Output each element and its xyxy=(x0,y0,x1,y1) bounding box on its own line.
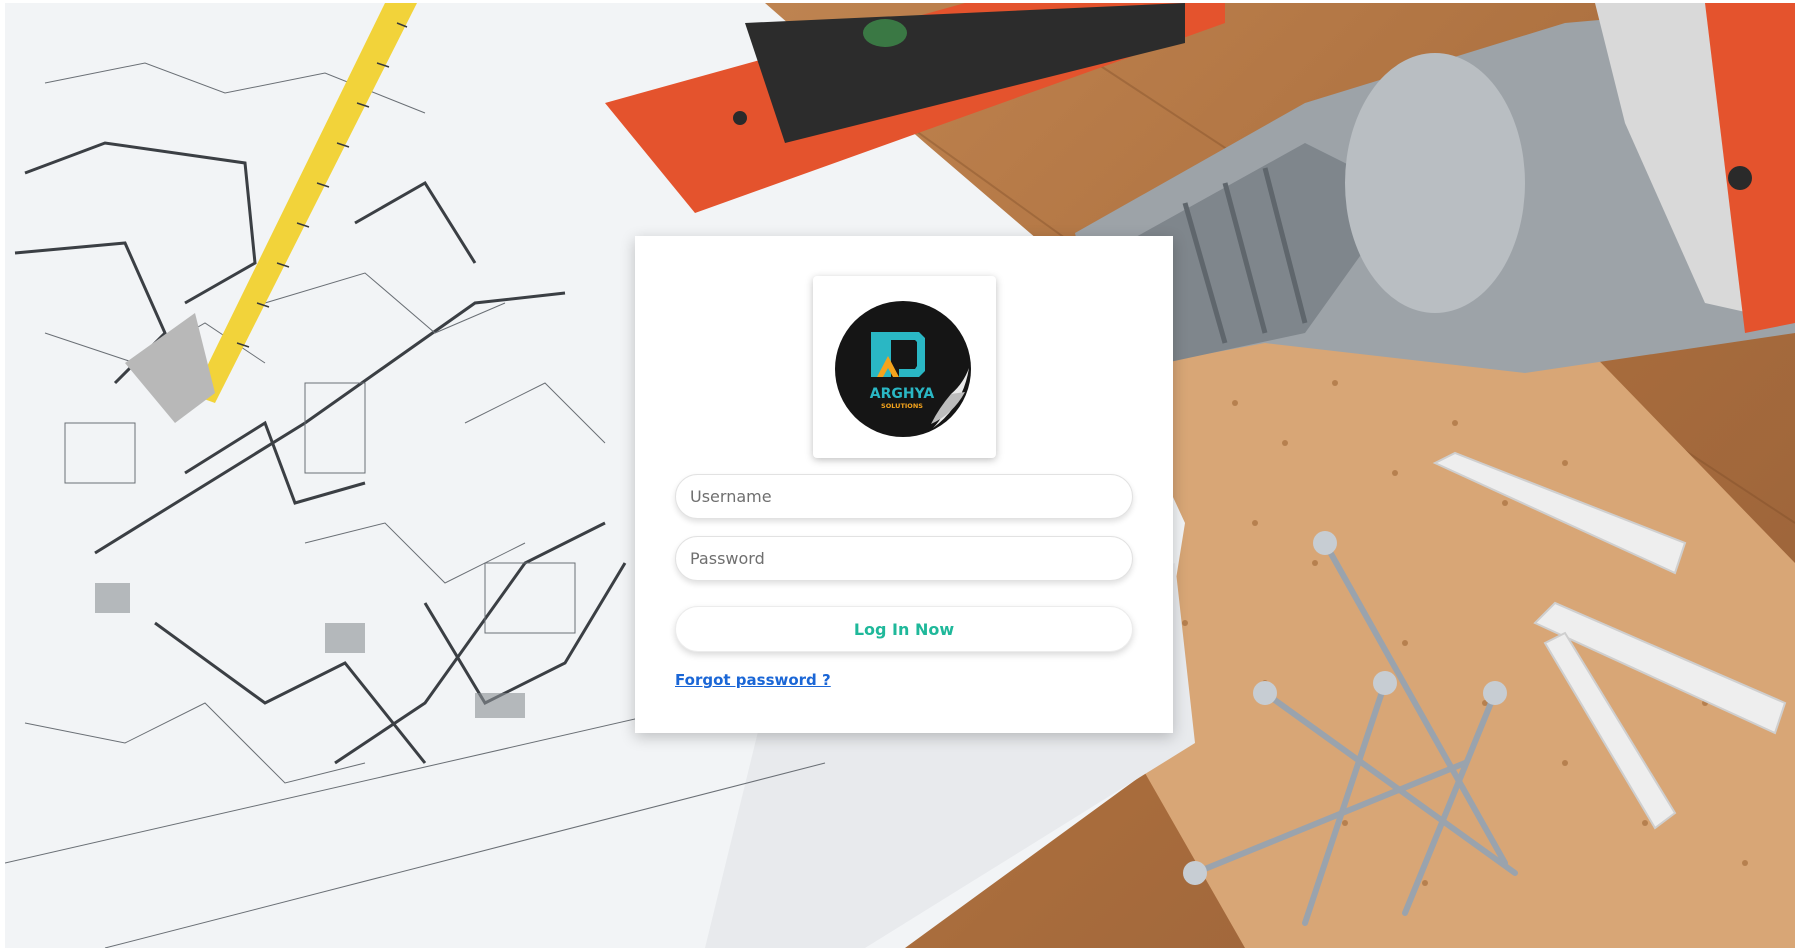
logo-brand-tagline: SOLUTIONS xyxy=(881,402,923,410)
password-input[interactable] xyxy=(675,536,1133,581)
login-card: ARGHYA SOLUTIONS Log In Now Forgot passw… xyxy=(635,236,1173,733)
arghya-solutions-logo: ARGHYA SOLUTIONS xyxy=(835,301,971,437)
forgot-password-link[interactable]: Forgot password ? xyxy=(675,671,831,689)
login-page: ARGHYA SOLUTIONS Log In Now Forgot passw… xyxy=(0,0,1795,951)
logo-container: ARGHYA SOLUTIONS xyxy=(813,276,996,458)
login-button[interactable]: Log In Now xyxy=(675,606,1133,652)
username-input[interactable] xyxy=(675,474,1133,519)
logo-brand-name: ARGHYA xyxy=(870,386,935,402)
power-drill xyxy=(1075,3,1795,373)
